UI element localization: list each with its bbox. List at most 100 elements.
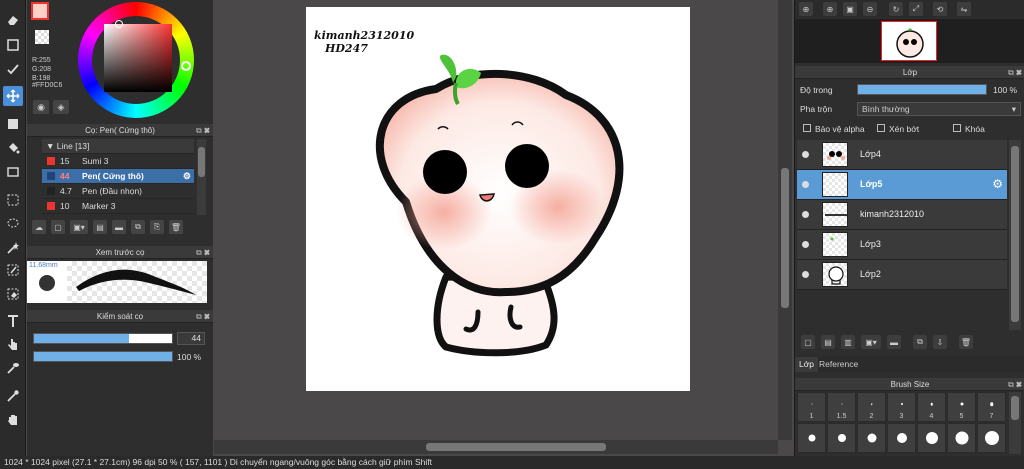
layer-opacity-slider[interactable] bbox=[857, 84, 987, 95]
brush-list-scrollbar[interactable] bbox=[197, 139, 206, 215]
foreground-color-swatch[interactable] bbox=[31, 2, 49, 20]
fill-rect-tool-icon[interactable] bbox=[3, 114, 23, 134]
panel-close-icon[interactable]: ⧉ ✖ bbox=[196, 310, 210, 323]
panel-close-icon[interactable]: ⧉ ✖ bbox=[1008, 66, 1022, 79]
brush-size-option[interactable] bbox=[977, 423, 1006, 453]
background-color-swatch[interactable] bbox=[35, 30, 49, 44]
add-layer-menu-icon[interactable]: ▣▾ bbox=[861, 335, 881, 349]
rotate-icon[interactable]: ↻ bbox=[889, 2, 903, 16]
new-layer-icon[interactable]: ▢ bbox=[801, 335, 815, 349]
brush-item-selected[interactable]: 44 Pen( Cứng thô) ⚙ bbox=[42, 169, 194, 184]
brush-stroke-tool-icon[interactable] bbox=[3, 59, 23, 79]
brush-size-slider[interactable] bbox=[33, 333, 173, 344]
lock-checkbox[interactable] bbox=[953, 124, 961, 132]
tab-reference[interactable]: Reference bbox=[815, 357, 862, 372]
zoom-in-icon[interactable]: ⊕ bbox=[799, 2, 813, 16]
select-eraser-tool-icon[interactable] bbox=[3, 284, 23, 304]
flip-icon[interactable]: ⇋ bbox=[957, 2, 971, 16]
layer-row[interactable]: Lớp2 bbox=[797, 260, 1007, 290]
spoon-tool-icon[interactable] bbox=[3, 358, 23, 378]
eye-icon[interactable] bbox=[802, 211, 809, 218]
layer-row-selected[interactable]: Lớp5 ⚙ bbox=[797, 170, 1007, 200]
brush-size-option[interactable]: 7 bbox=[977, 392, 1006, 422]
zoom-out-icon[interactable]: ⊖ bbox=[863, 2, 877, 16]
panel-close-icon[interactable]: ⧉ ✖ bbox=[196, 246, 210, 259]
palette-icon[interactable]: ◉ bbox=[33, 100, 49, 114]
brush-size-option[interactable]: 1 bbox=[797, 392, 826, 422]
protect-alpha-checkbox[interactable] bbox=[803, 124, 811, 132]
trash-icon[interactable]: 🗑 bbox=[959, 335, 973, 349]
zoom-plus-icon[interactable]: ⊕ bbox=[823, 2, 837, 16]
gear-icon[interactable]: ⚙ bbox=[992, 177, 1003, 191]
hue-picker-marker[interactable] bbox=[181, 61, 191, 71]
layer-row[interactable]: kimanh2312010 bbox=[797, 200, 1007, 230]
rectangle-select-tool-icon[interactable] bbox=[3, 35, 23, 55]
color-set-icon[interactable]: ◈ bbox=[53, 100, 69, 114]
brush-upload-icon[interactable]: ☁ bbox=[32, 220, 46, 234]
navigator-thumbnail[interactable] bbox=[881, 21, 937, 61]
new-brush-icon[interactable]: ▢ bbox=[51, 220, 65, 234]
brush-size-option[interactable] bbox=[887, 423, 916, 453]
brush-size-option[interactable] bbox=[917, 423, 946, 453]
eraser-tool-icon[interactable] bbox=[3, 10, 23, 30]
brush-item[interactable]: 10 Marker 3 bbox=[42, 199, 194, 214]
layer-row[interactable]: Lớp4 bbox=[797, 140, 1007, 170]
gear-icon[interactable]: ⚙ bbox=[183, 169, 191, 184]
panel-close-icon[interactable]: ⧉ ✖ bbox=[196, 124, 210, 137]
eye-icon[interactable] bbox=[802, 241, 809, 248]
brush-opacity-slider[interactable] bbox=[33, 351, 173, 362]
folder-icon[interactable]: ▬ bbox=[887, 335, 901, 349]
canvas-horizontal-scrollbar[interactable] bbox=[214, 440, 778, 454]
lasso-tool-icon[interactable] bbox=[3, 214, 23, 234]
eye-icon[interactable] bbox=[802, 181, 809, 188]
folder-icon[interactable]: ▬ bbox=[112, 220, 126, 234]
brush-item[interactable]: 15 Sumi 3 bbox=[42, 154, 194, 169]
brush-size-option[interactable] bbox=[947, 423, 976, 453]
duplicate-layer-icon[interactable]: ⧉ bbox=[913, 335, 927, 349]
add-brush-icon[interactable]: ▣▾ bbox=[70, 220, 88, 234]
panel-close-icon[interactable]: ⧉ ✖ bbox=[1008, 378, 1022, 391]
zoom-fit-icon[interactable]: ▣ bbox=[843, 2, 857, 16]
blend-mode-select[interactable]: Bình thường ▾ bbox=[857, 102, 1021, 116]
drawing-canvas[interactable]: kimanh2312010 HD247 bbox=[306, 7, 690, 391]
brush-size-option[interactable]: 2 bbox=[857, 392, 886, 422]
eye-icon[interactable] bbox=[802, 271, 809, 278]
brush-group-line[interactable]: ▼ Line [13] bbox=[42, 139, 194, 154]
clipping-checkbox[interactable] bbox=[877, 124, 885, 132]
layer-row[interactable]: Lớp3 bbox=[797, 230, 1007, 260]
gradient-tool-icon[interactable] bbox=[3, 162, 23, 182]
move-tool-icon[interactable] bbox=[3, 86, 23, 106]
new-layer-8bit-icon[interactable]: ▤ bbox=[821, 335, 835, 349]
copy-brush-icon[interactable]: ⧉ bbox=[131, 220, 145, 234]
bucket-tool-icon[interactable] bbox=[3, 138, 23, 158]
layer-list-scrollbar[interactable] bbox=[1009, 140, 1021, 330]
fit-screen-icon[interactable]: ⤢ bbox=[909, 2, 923, 16]
saturation-value-square[interactable] bbox=[104, 24, 172, 92]
brush-size-option[interactable] bbox=[797, 423, 826, 453]
brush-item[interactable]: 4.7 Pen (Đầu nhọn) bbox=[42, 184, 194, 199]
brush-size-option[interactable]: 4 bbox=[917, 392, 946, 422]
eye-icon[interactable] bbox=[802, 151, 809, 158]
duplicate-brush-icon[interactable]: ⎘ bbox=[150, 220, 164, 234]
rotate-reset-icon[interactable]: ⟲ bbox=[933, 2, 947, 16]
magic-wand-tool-icon[interactable] bbox=[3, 238, 23, 258]
canvas-vertical-scrollbar[interactable] bbox=[778, 0, 792, 440]
brush-size-scrollbar[interactable] bbox=[1009, 392, 1021, 454]
text-tool-icon[interactable] bbox=[3, 311, 23, 331]
hand-pointer-tool-icon[interactable] bbox=[3, 334, 23, 354]
new-layer-1bit-icon[interactable]: ▥ bbox=[841, 335, 855, 349]
select-pen-tool-icon[interactable] bbox=[3, 260, 23, 280]
brush-size-option[interactable] bbox=[827, 423, 856, 453]
brush-settings-icon[interactable]: ▤ bbox=[93, 220, 107, 234]
brush-size-option[interactable] bbox=[857, 423, 886, 453]
navigator-preview[interactable] bbox=[795, 19, 1024, 63]
brush-size-option[interactable]: 1.5 bbox=[827, 392, 856, 422]
eyedropper-tool-icon[interactable] bbox=[3, 386, 23, 406]
hand-tool-icon[interactable] bbox=[3, 410, 23, 430]
select-tool-icon[interactable] bbox=[3, 190, 23, 210]
brush-size-value[interactable]: 44 bbox=[177, 332, 205, 345]
brush-size-option[interactable]: 3 bbox=[887, 392, 916, 422]
brush-size-option[interactable]: 5 bbox=[947, 392, 976, 422]
sv-picker-marker[interactable] bbox=[115, 20, 123, 28]
trash-icon[interactable]: 🗑 bbox=[169, 220, 183, 234]
